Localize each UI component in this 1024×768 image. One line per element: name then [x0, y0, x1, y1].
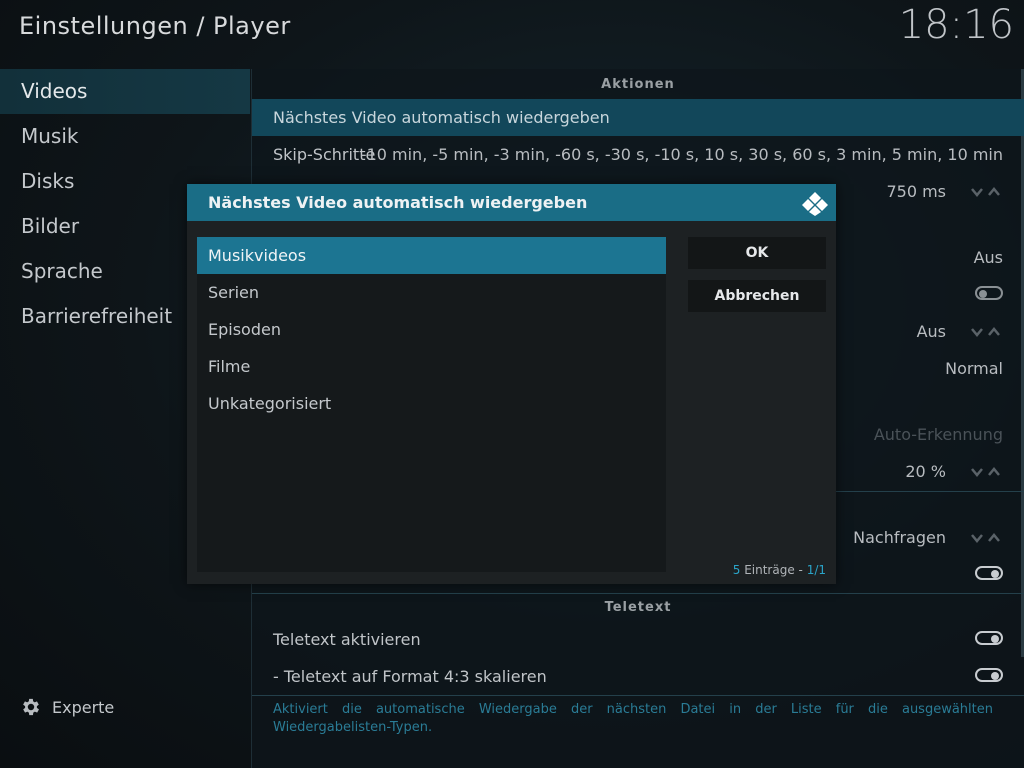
section-header-teletext: Teletext — [604, 600, 672, 615]
toggle-on-icon[interactable] — [975, 631, 1003, 645]
toggle-off-icon[interactable] — [975, 286, 1003, 300]
spinner-arrows-icon[interactable] — [971, 467, 1003, 477]
dialog-titlebar: Nächstes Video automatisch wiedergeben — [187, 184, 836, 221]
list-item-unkategorisiert[interactable]: Unkategorisiert — [197, 385, 666, 422]
select-dialog: Nächstes Video automatisch wiedergeben M… — [187, 184, 836, 584]
page-indicator: 1/1 — [806, 563, 826, 577]
setting-value: -10 min, -5 min, -3 min, -60 s, -30 s, -… — [360, 145, 1003, 164]
kodi-logo-icon — [802, 192, 828, 216]
setting-value: Auto-Erkennung — [873, 425, 1003, 444]
gear-icon — [23, 698, 39, 716]
setting-teletext-enable[interactable]: Teletext aktivieren — [252, 621, 1024, 658]
setting-value: Nachfragen — [853, 528, 946, 547]
cancel-button[interactable]: Abbrechen — [688, 280, 826, 312]
item-count-label: Einträge - — [740, 563, 807, 577]
setting-label: Teletext aktivieren — [273, 630, 421, 649]
list-item-episoden[interactable]: Episoden — [197, 311, 666, 348]
setting-label: Nächstes Video automatisch wiedergeben — [273, 108, 610, 127]
list-item-filme[interactable]: Filme — [197, 348, 666, 385]
clock: 18:16 — [898, 2, 1014, 48]
setting-value: Normal — [945, 359, 1003, 378]
spinner-arrows-icon[interactable] — [971, 187, 1003, 197]
list-item-serien[interactable]: Serien — [197, 274, 666, 311]
sidebar-item-musik[interactable]: Musik — [0, 114, 250, 159]
setting-value: Aus — [973, 248, 1003, 267]
setting-skip-steps[interactable]: Skip-Schritte -10 min, -5 min, -3 min, -… — [252, 136, 1024, 173]
list-item-musikvideos[interactable]: Musikvideos — [197, 237, 666, 274]
section-divider — [252, 695, 1024, 696]
section-divider — [252, 593, 1024, 594]
setting-value: 20 % — [905, 462, 946, 481]
toggle-on-icon[interactable] — [975, 566, 1003, 580]
dialog-title: Nächstes Video automatisch wiedergeben — [208, 193, 588, 212]
setting-autoplay-next[interactable]: Nächstes Video automatisch wiedergeben — [252, 99, 1024, 136]
ok-button[interactable]: OK — [688, 237, 826, 269]
spinner-arrows-icon[interactable] — [971, 533, 1003, 543]
sidebar-item-videos[interactable]: Videos — [0, 69, 250, 114]
expert-label: Experte — [52, 697, 115, 717]
expert-level-button[interactable]: Experte — [20, 694, 114, 720]
setting-value: Aus — [916, 322, 946, 341]
options-list: Musikvideos Serien Episoden Filme Unkate… — [197, 237, 666, 572]
list-footer: 5 Einträge - 1/1 — [733, 563, 826, 577]
setting-label: - Teletext auf Format 4:3 skalieren — [273, 667, 547, 686]
toggle-on-icon[interactable] — [975, 668, 1003, 682]
spinner-arrows-icon[interactable] — [971, 327, 1003, 337]
setting-description: Aktiviert die automatische Wiedergabe de… — [273, 702, 993, 735]
section-header-actions: Aktionen — [601, 77, 675, 92]
page-title: Einstellungen / Player — [19, 12, 291, 40]
setting-teletext-scale[interactable]: - Teletext auf Format 4:3 skalieren — [252, 658, 1024, 695]
setting-value: 750 ms — [886, 182, 946, 201]
